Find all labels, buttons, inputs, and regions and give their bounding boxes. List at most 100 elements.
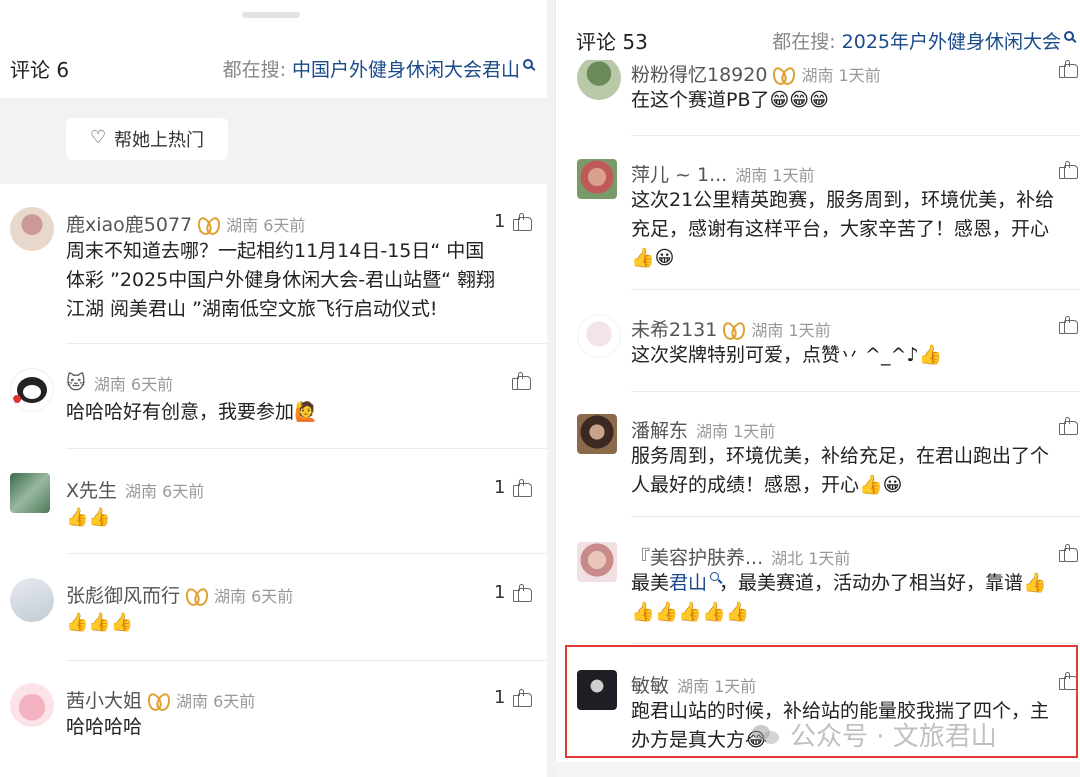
like-button[interactable] (1059, 417, 1078, 435)
like-button[interactable]: 1 (494, 477, 533, 498)
thumbs-up-icon (1059, 316, 1078, 334)
hot-search-query[interactable]: 2025年户外健身休闲大会 (842, 27, 1061, 54)
divider (631, 391, 1080, 392)
left-header: 评论 6 都在搜: 中国户外健身休闲大会君山 (0, 48, 547, 88)
comment-text: 最美君山 ，最美赛道，活动办了相当好，靠谱👍 👍👍👍👍👍 (631, 569, 1047, 627)
location-time: 湖南 1天前 (735, 165, 815, 185)
comment-text-part: 最美 (631, 572, 670, 594)
location-time: 湖南 1天前 (751, 320, 831, 340)
comment-meta: 鹿xiao鹿5077 湖南 6天前 (66, 210, 305, 237)
like-button[interactable] (512, 372, 531, 390)
bottom-bar (555, 762, 1080, 777)
like-count: 1 (494, 211, 506, 232)
search-icon (523, 59, 533, 69)
comment-line: 最美君山 ，最美赛道，活动办了相当好，靠谱👍 (631, 569, 1047, 598)
heart-icon (90, 127, 106, 148)
comment-meta: 张彪御风而行 湖南 6天前 (66, 581, 293, 608)
like-count: 1 (494, 477, 506, 498)
avatar[interactable] (577, 542, 617, 582)
comment-meta: 潘解东 湖南 1天前 (631, 416, 775, 443)
like-button[interactable] (1059, 161, 1078, 179)
hot-search[interactable]: 都在搜: 2025年户外健身休闲大会 (772, 27, 1074, 54)
location-time: 湖南 6天前 (176, 691, 256, 711)
thumbs-up-icon (512, 372, 531, 390)
left-comment-panel: 评论 6 都在搜: 中国户外健身休闲大会君山 帮她上热门 鹿xiao鹿5077 … (0, 0, 547, 777)
comment-meta: 茜小大姐 湖南 6天前 (66, 686, 255, 713)
divider (66, 448, 547, 449)
username[interactable]: 张彪御风而行 (66, 581, 180, 608)
vip-badge-icon (198, 217, 218, 231)
username[interactable]: X先生 (66, 476, 117, 503)
like-button[interactable] (1059, 544, 1078, 562)
divider (631, 516, 1080, 517)
comment-line: 充足，感谢有这样平台，大家辛苦了！感恩，开心 (631, 218, 1050, 240)
avatar[interactable] (10, 207, 54, 251)
comment-text: 服务周到，环境优美，补给充足，在君山跑出了个 人最好的成绩！感恩，开心👍😀 (631, 442, 1049, 500)
thumbs-up-icon (1059, 60, 1078, 78)
divider (66, 553, 547, 554)
boost-hot-button[interactable]: 帮她上热门 (66, 118, 228, 160)
comment-line: 周末不知道去哪？一起相约11月14日-15日“ 中国 (66, 240, 485, 262)
username[interactable]: 茜小大姐 (66, 686, 142, 713)
vip-badge-icon (186, 588, 206, 602)
like-button[interactable]: 1 (494, 582, 533, 603)
location-time: 湖南 1天前 (801, 65, 881, 85)
comment-line: 👍👍👍👍👍 (631, 601, 750, 623)
comment-line: 体彩 ”2025中国户外健身休闲大会-君山站暨“ 翱翔 (66, 269, 495, 291)
location-time: 湖南 6天前 (214, 586, 294, 606)
avatar[interactable] (577, 314, 621, 358)
comment-meta: 未希2131 湖南 1天前 (631, 315, 831, 342)
boost-hot-label: 帮她上热门 (114, 130, 204, 151)
search-icon (710, 572, 720, 581)
comment-text: 👍👍👍 (66, 612, 134, 633)
avatar[interactable] (10, 683, 54, 727)
like-button[interactable] (1059, 316, 1078, 334)
like-button[interactable]: 1 (494, 211, 533, 232)
divider (66, 343, 547, 344)
comment-text: 这次21公里精英跑赛，服务周到，环境优美，补给 充足，感谢有这样平台，大家辛苦了… (631, 186, 1054, 273)
like-button[interactable] (1059, 60, 1078, 78)
username[interactable]: 『美容护肤养... (631, 543, 763, 570)
vip-badge-icon (723, 322, 743, 336)
hot-area: 帮她上热门 (0, 98, 547, 184)
avatar[interactable] (10, 473, 50, 513)
thumbs-up-icon (1059, 417, 1078, 435)
like-count: 1 (494, 582, 506, 603)
divider (631, 643, 1080, 644)
right-header: 评论 53 都在搜: 2025年户外健身休闲大会 (556, 20, 1080, 60)
comment-text: 在这个赛道PB了😁😁😁 (631, 89, 829, 111)
username[interactable]: 🐱 (66, 372, 86, 394)
username[interactable]: 未希2131 (631, 315, 717, 342)
location-time: 湖南 6天前 (125, 481, 205, 501)
avatar[interactable] (577, 414, 617, 454)
avatar[interactable] (10, 368, 54, 412)
hot-search-query[interactable]: 中国户外健身休闲大会君山 (292, 55, 520, 82)
location-time: 湖南 6天前 (226, 215, 306, 235)
panel-gap (547, 0, 555, 777)
drag-handle[interactable] (242, 12, 300, 18)
avatar[interactable] (10, 578, 54, 622)
comment-text-part: ，最美赛道，活动办了相当好，靠谱👍 (719, 572, 1047, 594)
avatar[interactable] (577, 56, 621, 100)
comment-meta: 🐱 湖南 6天前 (66, 371, 173, 395)
comment-meta: 『美容护肤养... 湖北 1天前 (631, 543, 850, 570)
vip-badge-icon (773, 67, 793, 81)
comment-line: 这次21公里精英跑赛，服务周到，环境优美，补给 (631, 189, 1055, 211)
username[interactable]: 萍儿 ~ 1... (631, 160, 727, 187)
username[interactable]: 潘解东 (631, 416, 688, 443)
search-link[interactable]: 君山 (669, 572, 707, 594)
divider (631, 289, 1080, 290)
wechat-logo-icon (752, 723, 780, 747)
like-count: 1 (494, 687, 506, 708)
username[interactable]: 粉粉得忆18920 (631, 60, 767, 87)
vip-badge-icon (148, 693, 168, 707)
watermark: 公众号 · 文旅君山 (752, 716, 997, 753)
location-time: 湖南 1天前 (696, 421, 776, 441)
like-button[interactable]: 1 (494, 687, 533, 708)
thumbs-up-icon (513, 583, 533, 602)
username[interactable]: 鹿xiao鹿5077 (66, 210, 192, 237)
comment-text: 哈哈哈哈 (66, 716, 143, 738)
avatar[interactable] (577, 159, 617, 199)
hot-search-label: 都在搜: (222, 58, 286, 81)
hot-search[interactable]: 都在搜: 中国户外健身休闲大会君山 (223, 55, 533, 82)
